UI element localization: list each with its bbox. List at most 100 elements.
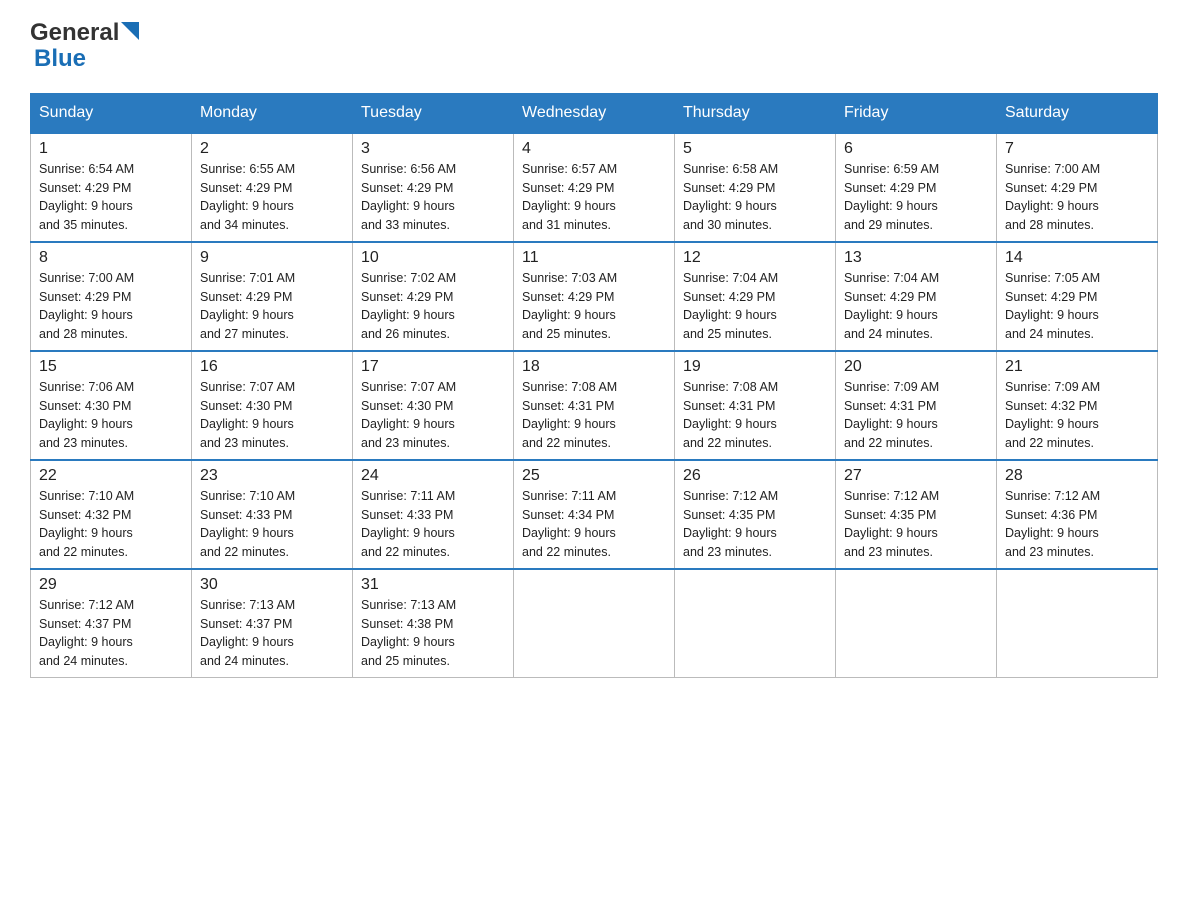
calendar-body: 1 Sunrise: 6:54 AM Sunset: 4:29 PM Dayli…: [31, 133, 1158, 678]
day-cell-10: 10 Sunrise: 7:02 AM Sunset: 4:29 PM Dayl…: [353, 242, 514, 351]
day-info: Sunrise: 7:00 AM Sunset: 4:29 PM Dayligh…: [1005, 160, 1149, 235]
logo-blue-text: Blue: [34, 45, 86, 72]
day-number: 17: [361, 358, 505, 376]
day-cell-9: 9 Sunrise: 7:01 AM Sunset: 4:29 PM Dayli…: [192, 242, 353, 351]
weekday-header-tuesday: Tuesday: [353, 93, 514, 133]
day-cell-3: 3 Sunrise: 6:56 AM Sunset: 4:29 PM Dayli…: [353, 133, 514, 242]
weekday-header-wednesday: Wednesday: [514, 93, 675, 133]
day-cell-24: 24 Sunrise: 7:11 AM Sunset: 4:33 PM Dayl…: [353, 460, 514, 569]
day-info: Sunrise: 6:59 AM Sunset: 4:29 PM Dayligh…: [844, 160, 988, 235]
day-number: 21: [1005, 358, 1149, 376]
day-cell-12: 12 Sunrise: 7:04 AM Sunset: 4:29 PM Dayl…: [675, 242, 836, 351]
day-number: 20: [844, 358, 988, 376]
day-number: 15: [39, 358, 183, 376]
day-number: 27: [844, 467, 988, 485]
day-info: Sunrise: 7:09 AM Sunset: 4:31 PM Dayligh…: [844, 378, 988, 453]
day-info: Sunrise: 7:12 AM Sunset: 4:36 PM Dayligh…: [1005, 487, 1149, 562]
day-cell-2: 2 Sunrise: 6:55 AM Sunset: 4:29 PM Dayli…: [192, 133, 353, 242]
day-number: 14: [1005, 249, 1149, 267]
day-cell-5: 5 Sunrise: 6:58 AM Sunset: 4:29 PM Dayli…: [675, 133, 836, 242]
day-info: Sunrise: 7:10 AM Sunset: 4:32 PM Dayligh…: [39, 487, 183, 562]
day-cell-21: 21 Sunrise: 7:09 AM Sunset: 4:32 PM Dayl…: [997, 351, 1158, 460]
day-number: 6: [844, 140, 988, 158]
weekday-header-monday: Monday: [192, 93, 353, 133]
day-number: 13: [844, 249, 988, 267]
day-number: 5: [683, 140, 827, 158]
logo-general-text: General: [30, 20, 119, 46]
day-info: Sunrise: 6:57 AM Sunset: 4:29 PM Dayligh…: [522, 160, 666, 235]
day-cell-28: 28 Sunrise: 7:12 AM Sunset: 4:36 PM Dayl…: [997, 460, 1158, 569]
day-number: 28: [1005, 467, 1149, 485]
day-cell-7: 7 Sunrise: 7:00 AM Sunset: 4:29 PM Dayli…: [997, 133, 1158, 242]
week-row-4: 22 Sunrise: 7:10 AM Sunset: 4:32 PM Dayl…: [31, 460, 1158, 569]
day-number: 24: [361, 467, 505, 485]
day-info: Sunrise: 7:13 AM Sunset: 4:38 PM Dayligh…: [361, 596, 505, 671]
day-info: Sunrise: 6:58 AM Sunset: 4:29 PM Dayligh…: [683, 160, 827, 235]
day-info: Sunrise: 7:08 AM Sunset: 4:31 PM Dayligh…: [522, 378, 666, 453]
day-number: 3: [361, 140, 505, 158]
day-info: Sunrise: 7:09 AM Sunset: 4:32 PM Dayligh…: [1005, 378, 1149, 453]
day-info: Sunrise: 7:12 AM Sunset: 4:35 PM Dayligh…: [683, 487, 827, 562]
weekday-header-thursday: Thursday: [675, 93, 836, 133]
day-cell-19: 19 Sunrise: 7:08 AM Sunset: 4:31 PM Dayl…: [675, 351, 836, 460]
week-row-2: 8 Sunrise: 7:00 AM Sunset: 4:29 PM Dayli…: [31, 242, 1158, 351]
day-number: 12: [683, 249, 827, 267]
day-info: Sunrise: 6:56 AM Sunset: 4:29 PM Dayligh…: [361, 160, 505, 235]
day-cell-14: 14 Sunrise: 7:05 AM Sunset: 4:29 PM Dayl…: [997, 242, 1158, 351]
day-number: 26: [683, 467, 827, 485]
day-number: 29: [39, 576, 183, 594]
day-number: 30: [200, 576, 344, 594]
day-cell-8: 8 Sunrise: 7:00 AM Sunset: 4:29 PM Dayli…: [31, 242, 192, 351]
day-number: 1: [39, 140, 183, 158]
day-number: 4: [522, 140, 666, 158]
day-number: 23: [200, 467, 344, 485]
day-cell-11: 11 Sunrise: 7:03 AM Sunset: 4:29 PM Dayl…: [514, 242, 675, 351]
day-cell-16: 16 Sunrise: 7:07 AM Sunset: 4:30 PM Dayl…: [192, 351, 353, 460]
day-number: 10: [361, 249, 505, 267]
empty-cell: [514, 569, 675, 678]
day-info: Sunrise: 7:08 AM Sunset: 4:31 PM Dayligh…: [683, 378, 827, 453]
weekday-header-saturday: Saturday: [997, 93, 1158, 133]
day-info: Sunrise: 7:13 AM Sunset: 4:37 PM Dayligh…: [200, 596, 344, 671]
day-cell-1: 1 Sunrise: 6:54 AM Sunset: 4:29 PM Dayli…: [31, 133, 192, 242]
empty-cell: [675, 569, 836, 678]
day-number: 9: [200, 249, 344, 267]
day-cell-18: 18 Sunrise: 7:08 AM Sunset: 4:31 PM Dayl…: [514, 351, 675, 460]
day-info: Sunrise: 7:04 AM Sunset: 4:29 PM Dayligh…: [683, 269, 827, 344]
day-info: Sunrise: 7:03 AM Sunset: 4:29 PM Dayligh…: [522, 269, 666, 344]
calendar-table: SundayMondayTuesdayWednesdayThursdayFrid…: [30, 93, 1158, 678]
empty-cell: [997, 569, 1158, 678]
day-number: 16: [200, 358, 344, 376]
day-info: Sunrise: 7:00 AM Sunset: 4:29 PM Dayligh…: [39, 269, 183, 344]
page-header: General Blue: [30, 20, 1158, 73]
day-info: Sunrise: 7:07 AM Sunset: 4:30 PM Dayligh…: [200, 378, 344, 453]
weekday-header-sunday: Sunday: [31, 93, 192, 133]
day-number: 2: [200, 140, 344, 158]
day-cell-13: 13 Sunrise: 7:04 AM Sunset: 4:29 PM Dayl…: [836, 242, 997, 351]
weekday-header-friday: Friday: [836, 93, 997, 133]
day-info: Sunrise: 7:01 AM Sunset: 4:29 PM Dayligh…: [200, 269, 344, 344]
day-cell-26: 26 Sunrise: 7:12 AM Sunset: 4:35 PM Dayl…: [675, 460, 836, 569]
logo: General Blue: [30, 20, 139, 73]
day-cell-27: 27 Sunrise: 7:12 AM Sunset: 4:35 PM Dayl…: [836, 460, 997, 569]
weekday-header-row: SundayMondayTuesdayWednesdayThursdayFrid…: [31, 93, 1158, 133]
week-row-1: 1 Sunrise: 6:54 AM Sunset: 4:29 PM Dayli…: [31, 133, 1158, 242]
day-info: Sunrise: 7:10 AM Sunset: 4:33 PM Dayligh…: [200, 487, 344, 562]
day-number: 19: [683, 358, 827, 376]
day-cell-20: 20 Sunrise: 7:09 AM Sunset: 4:31 PM Dayl…: [836, 351, 997, 460]
day-cell-31: 31 Sunrise: 7:13 AM Sunset: 4:38 PM Dayl…: [353, 569, 514, 678]
day-cell-15: 15 Sunrise: 7:06 AM Sunset: 4:30 PM Dayl…: [31, 351, 192, 460]
day-info: Sunrise: 7:02 AM Sunset: 4:29 PM Dayligh…: [361, 269, 505, 344]
day-cell-23: 23 Sunrise: 7:10 AM Sunset: 4:33 PM Dayl…: [192, 460, 353, 569]
day-number: 25: [522, 467, 666, 485]
day-info: Sunrise: 7:06 AM Sunset: 4:30 PM Dayligh…: [39, 378, 183, 453]
day-info: Sunrise: 6:55 AM Sunset: 4:29 PM Dayligh…: [200, 160, 344, 235]
day-info: Sunrise: 7:11 AM Sunset: 4:34 PM Dayligh…: [522, 487, 666, 562]
week-row-3: 15 Sunrise: 7:06 AM Sunset: 4:30 PM Dayl…: [31, 351, 1158, 460]
day-cell-29: 29 Sunrise: 7:12 AM Sunset: 4:37 PM Dayl…: [31, 569, 192, 678]
day-number: 11: [522, 249, 666, 267]
day-info: Sunrise: 7:07 AM Sunset: 4:30 PM Dayligh…: [361, 378, 505, 453]
day-cell-17: 17 Sunrise: 7:07 AM Sunset: 4:30 PM Dayl…: [353, 351, 514, 460]
day-cell-22: 22 Sunrise: 7:10 AM Sunset: 4:32 PM Dayl…: [31, 460, 192, 569]
day-cell-25: 25 Sunrise: 7:11 AM Sunset: 4:34 PM Dayl…: [514, 460, 675, 569]
